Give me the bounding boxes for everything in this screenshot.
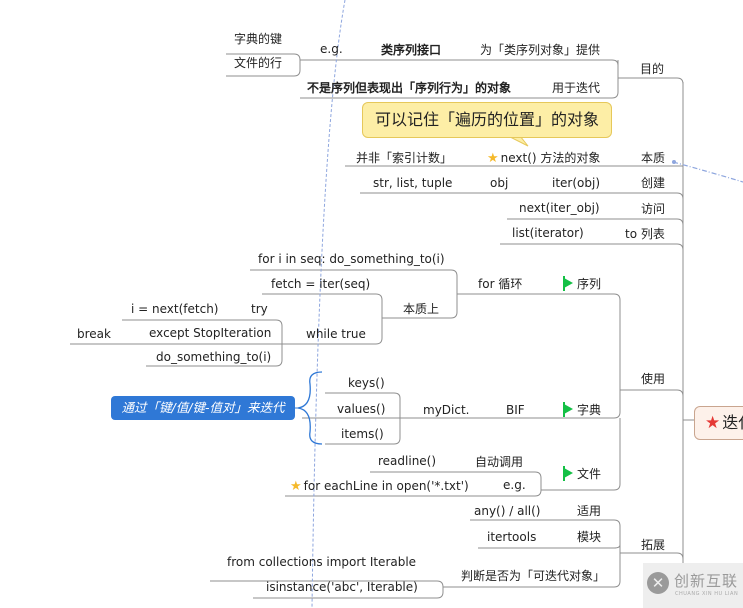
- node-readline[interactable]: readline(): [378, 453, 436, 469]
- node-for-iteration[interactable]: 用于迭代: [552, 80, 600, 96]
- node-any-all[interactable]: any() / all(): [474, 503, 540, 519]
- node-iter-obj[interactable]: iter(obj): [552, 175, 600, 191]
- node-access[interactable]: 访问: [641, 201, 665, 217]
- node-mydict[interactable]: myDict.: [423, 402, 469, 418]
- node-isinstance[interactable]: isinstance('abc', Iterable): [266, 579, 418, 595]
- callout-note: 可以记住「遍历的位置」的对象: [362, 102, 612, 138]
- node-do-something[interactable]: do_something_to(i): [156, 349, 271, 365]
- node-not-index[interactable]: 并非「索引计数」: [356, 150, 452, 166]
- star-icon: ★: [487, 151, 499, 166]
- node-obj[interactable]: obj: [490, 175, 508, 191]
- node-essence[interactable]: 本质: [641, 150, 665, 166]
- node-auto-call[interactable]: 自动调用: [475, 454, 523, 470]
- node-for-loop[interactable]: for 循环: [478, 276, 522, 292]
- node-non-sequence[interactable]: 不是序列但表现出「序列行为」的对象: [307, 80, 511, 96]
- node-for-each[interactable]: ★ for eachLine in open('*.txt'): [290, 478, 469, 495]
- dict-note[interactable]: 通过「键/值/键-值对」来迭代: [111, 396, 295, 420]
- star-icon: ★: [290, 479, 302, 494]
- node-next-iter[interactable]: next(iter_obj): [519, 200, 600, 216]
- node-bif[interactable]: BIF: [506, 402, 525, 418]
- node-sequence[interactable]: 序列: [563, 276, 601, 292]
- node-purpose[interactable]: 目的: [640, 61, 664, 77]
- node-check[interactable]: 判断是否为「可迭代对象」: [461, 568, 605, 584]
- node-while-true[interactable]: while true: [306, 326, 366, 342]
- node-values[interactable]: values(): [337, 401, 385, 417]
- node-break[interactable]: break: [77, 326, 111, 342]
- node-except[interactable]: except StopIteration: [149, 325, 271, 341]
- node-keys[interactable]: keys(): [348, 375, 385, 391]
- node-file-eg[interactable]: e.g.: [503, 477, 526, 493]
- root-node[interactable]: ★迭代器: [694, 406, 743, 440]
- node-next-method[interactable]: ★ next() 方法的对象: [487, 150, 600, 167]
- node-types[interactable]: str, list, tuple: [373, 175, 452, 191]
- node-essentially[interactable]: 本质上: [403, 301, 439, 317]
- node-interface[interactable]: 类序列接口: [381, 42, 441, 58]
- node-module[interactable]: 模块: [577, 529, 601, 545]
- node-list-iterator[interactable]: list(iterator): [512, 225, 584, 241]
- node-provides[interactable]: 为「类序列对象」提供: [480, 42, 600, 58]
- node-itertools[interactable]: itertools: [487, 529, 536, 545]
- example-dict-keys[interactable]: 字典的键: [234, 31, 282, 47]
- node-fetch[interactable]: fetch = iter(seq): [271, 276, 370, 292]
- node-to-list[interactable]: to 列表: [625, 226, 665, 242]
- watermark: ✕ 创新互联 CHUANG XIN HU LIAN: [643, 563, 743, 608]
- node-apply[interactable]: 适用: [577, 503, 601, 519]
- node-import[interactable]: from collections import Iterable: [227, 554, 416, 570]
- node-create[interactable]: 创建: [641, 175, 665, 191]
- node-use[interactable]: 使用: [641, 371, 665, 387]
- node-dict[interactable]: 字典: [563, 402, 601, 418]
- node-next-fetch[interactable]: i = next(fetch): [131, 301, 218, 317]
- node-items[interactable]: items(): [341, 426, 384, 442]
- star-icon: ★: [705, 413, 721, 433]
- example-file-lines[interactable]: 文件的行: [234, 55, 282, 71]
- node-extend[interactable]: 拓展: [641, 537, 665, 553]
- logo-icon: ✕: [647, 572, 669, 594]
- node-try[interactable]: try: [251, 301, 268, 317]
- node-file[interactable]: 文件: [563, 466, 601, 482]
- node-for-stmt[interactable]: for i in seq: do_something_to(i): [258, 251, 445, 267]
- node-eg[interactable]: e.g.: [320, 41, 343, 57]
